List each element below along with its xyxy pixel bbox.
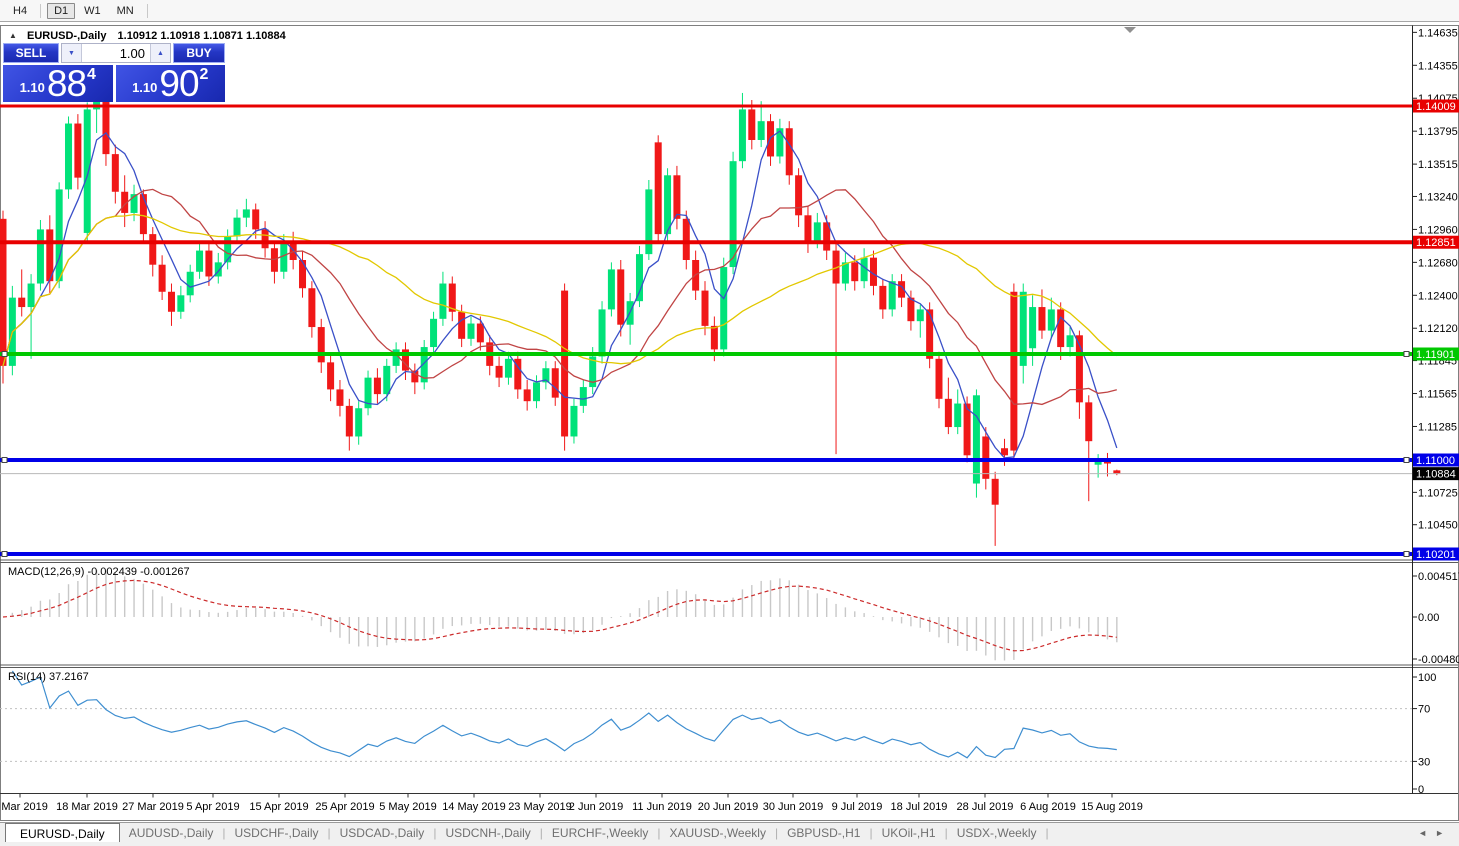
svg-text:5 May 2019: 5 May 2019 bbox=[379, 801, 436, 813]
svg-text:15 Apr 2019: 15 Apr 2019 bbox=[249, 801, 308, 813]
volume-input[interactable]: 1.00 bbox=[82, 44, 150, 62]
tab-usdcnh-daily[interactable]: USDCNH-,Daily bbox=[436, 823, 539, 843]
svg-text:1.12960: 1.12960 bbox=[1418, 224, 1458, 236]
tab-gbpusd-h1[interactable]: GBPUSD-,H1 bbox=[778, 823, 869, 843]
timeframe-button-h4[interactable]: H4 bbox=[6, 3, 34, 19]
bid-price-button[interactable]: 1.10 88 4 bbox=[3, 65, 113, 102]
rsi-label: RSI(14) 37.2167 bbox=[8, 671, 89, 683]
tab-audusd-daily[interactable]: AUDUSD-,Daily bbox=[120, 823, 223, 843]
svg-text:1.12680: 1.12680 bbox=[1418, 257, 1458, 269]
svg-text:1.11000: 1.11000 bbox=[1416, 455, 1455, 467]
symbol-tabbar: EURUSD-,Daily AUDUSD-,Daily | USDCHF-,Daily… bbox=[0, 822, 1459, 843]
svg-text:1.14355: 1.14355 bbox=[1418, 60, 1458, 72]
toolbar-separator bbox=[40, 3, 42, 18]
svg-text:9 Jul 2019: 9 Jul 2019 bbox=[832, 801, 883, 813]
symbol-info: ▲ EURUSD-,Daily 1.10912 1.10918 1.10871 … bbox=[9, 30, 286, 42]
statusbar-strip bbox=[0, 842, 1459, 846]
svg-text:0.004517: 0.004517 bbox=[1418, 571, 1459, 583]
price-line-handle[interactable] bbox=[1, 457, 8, 463]
svg-text:25 Apr 2019: 25 Apr 2019 bbox=[315, 801, 374, 813]
ask-big-digits: 90 bbox=[159, 63, 199, 104]
svg-text:23 May 2019: 23 May 2019 bbox=[508, 801, 572, 813]
bid-big-digits: 88 bbox=[46, 63, 87, 104]
timeframe-button-mn[interactable]: MN bbox=[110, 3, 141, 19]
price-line-handle[interactable] bbox=[1403, 351, 1410, 358]
svg-text:27 Mar 2019: 27 Mar 2019 bbox=[122, 801, 184, 813]
svg-text:1.12400: 1.12400 bbox=[1418, 290, 1458, 302]
tab-xauusd-weekly[interactable]: XAUUSD-,Weekly bbox=[660, 823, 774, 843]
svg-text:1.10201: 1.10201 bbox=[1416, 549, 1456, 561]
tab-scroll-arrows: ◄► bbox=[1418, 828, 1452, 838]
svg-text:8 Mar 2019: 8 Mar 2019 bbox=[0, 801, 48, 813]
tab-usdx-weekly[interactable]: USDX-,Weekly bbox=[948, 823, 1046, 843]
svg-text:0: 0 bbox=[1418, 784, 1424, 796]
volume-spinbox: ▼ 1.00 ▲ bbox=[61, 43, 171, 63]
timeframe-button-w1[interactable]: W1 bbox=[77, 3, 108, 19]
svg-text:1.14635: 1.14635 bbox=[1418, 27, 1458, 39]
bid-pip-digit: 4 bbox=[87, 66, 96, 83]
tab-usdchf-daily[interactable]: USDCHF-,Daily bbox=[226, 823, 328, 843]
svg-text:-0.004806: -0.004806 bbox=[1418, 654, 1459, 666]
symbol-ohlc-values: 1.10912 1.10918 1.10871 1.10884 bbox=[117, 30, 286, 42]
svg-text:1.11901: 1.11901 bbox=[1416, 349, 1455, 361]
volume-decrease-icon[interactable]: ▼ bbox=[62, 44, 82, 62]
tab-eurchf-weekly[interactable]: EURCHF-,Weekly bbox=[543, 823, 657, 843]
svg-text:5 Apr 2019: 5 Apr 2019 bbox=[186, 801, 239, 813]
chart-canvas[interactable]: 1.146351.143551.140751.137951.135151.132… bbox=[0, 0, 1459, 846]
svg-text:1.13795: 1.13795 bbox=[1418, 126, 1458, 138]
svg-text:30 Jun 2019: 30 Jun 2019 bbox=[763, 801, 824, 813]
price-line-handle[interactable] bbox=[1403, 457, 1410, 463]
svg-text:1.14009: 1.14009 bbox=[1416, 101, 1456, 113]
svg-text:14 May 2019: 14 May 2019 bbox=[442, 801, 506, 813]
svg-text:18 Jul 2019: 18 Jul 2019 bbox=[891, 801, 948, 813]
timeframe-toolbar: H4 D1 W1 MN bbox=[0, 0, 1459, 22]
tab-eurusd-daily[interactable]: EURUSD-,Daily bbox=[5, 823, 120, 843]
sell-button[interactable]: SELL bbox=[3, 43, 59, 63]
tab-ukoil-h1[interactable]: UKOil-,H1 bbox=[873, 823, 945, 843]
symbol-title: EURUSD-,Daily bbox=[26, 30, 107, 42]
trading-terminal: { "toolbar": { "timeframes": ["H4", "D1"… bbox=[0, 0, 1459, 846]
svg-text:2 Jun 2019: 2 Jun 2019 bbox=[569, 801, 623, 813]
price-line-handle[interactable] bbox=[1, 550, 8, 557]
svg-text:1.10725: 1.10725 bbox=[1418, 487, 1458, 499]
svg-text:11 Jun 2019: 11 Jun 2019 bbox=[632, 801, 692, 813]
svg-text:70: 70 bbox=[1418, 704, 1430, 716]
svg-text:18 Mar 2019: 18 Mar 2019 bbox=[56, 801, 118, 813]
svg-text:1.10884: 1.10884 bbox=[1416, 469, 1456, 481]
tab-scroll-left-icon[interactable]: ◄ bbox=[1418, 828, 1435, 838]
volume-increase-icon[interactable]: ▲ bbox=[150, 44, 170, 62]
svg-text:1.12851: 1.12851 bbox=[1416, 237, 1456, 249]
svg-text:1.10450: 1.10450 bbox=[1418, 520, 1458, 532]
svg-text:20 Jun 2019: 20 Jun 2019 bbox=[698, 801, 759, 813]
ask-price-button[interactable]: 1.10 90 2 bbox=[115, 63, 225, 104]
tab-scroll-right-icon[interactable]: ► bbox=[1435, 828, 1452, 838]
toolbar-separator bbox=[146, 3, 148, 18]
svg-text:1.12120: 1.12120 bbox=[1418, 323, 1458, 335]
svg-text:6 Aug 2019: 6 Aug 2019 bbox=[1020, 801, 1076, 813]
svg-text:15 Aug 2019: 15 Aug 2019 bbox=[1081, 801, 1143, 813]
svg-text:1.11285: 1.11285 bbox=[1418, 421, 1457, 433]
timeframe-button-d1[interactable]: D1 bbox=[47, 2, 76, 19]
svg-text:30: 30 bbox=[1418, 756, 1430, 768]
svg-text:1.11565: 1.11565 bbox=[1418, 389, 1457, 401]
one-click-trade-panel: SELL ▼ 1.00 ▲ BUY 1.10 88 4 1.10 90 2 bbox=[3, 43, 225, 102]
price-line-handle[interactable] bbox=[1403, 550, 1410, 557]
svg-text:1.13240: 1.13240 bbox=[1418, 191, 1458, 203]
tab-usdcad-daily[interactable]: USDCAD-,Daily bbox=[331, 823, 434, 843]
macd-label: MACD(12,26,9) -0.002439 -0.001267 bbox=[8, 566, 190, 578]
buy-button[interactable]: BUY bbox=[173, 43, 225, 63]
ask-prefix: 1.10 bbox=[132, 80, 158, 95]
svg-text:0.00: 0.00 bbox=[1418, 612, 1439, 624]
tab-separator: | bbox=[1045, 826, 1049, 840]
ask-pip-digit: 2 bbox=[199, 66, 209, 83]
price-line-handle[interactable] bbox=[1, 351, 8, 358]
svg-text:28 Jul 2019: 28 Jul 2019 bbox=[957, 801, 1014, 813]
svg-text:100: 100 bbox=[1418, 672, 1436, 684]
collapse-panel-icon[interactable]: ▲ bbox=[9, 31, 17, 40]
svg-text:1.13515: 1.13515 bbox=[1418, 159, 1458, 171]
bid-prefix: 1.10 bbox=[19, 80, 45, 95]
